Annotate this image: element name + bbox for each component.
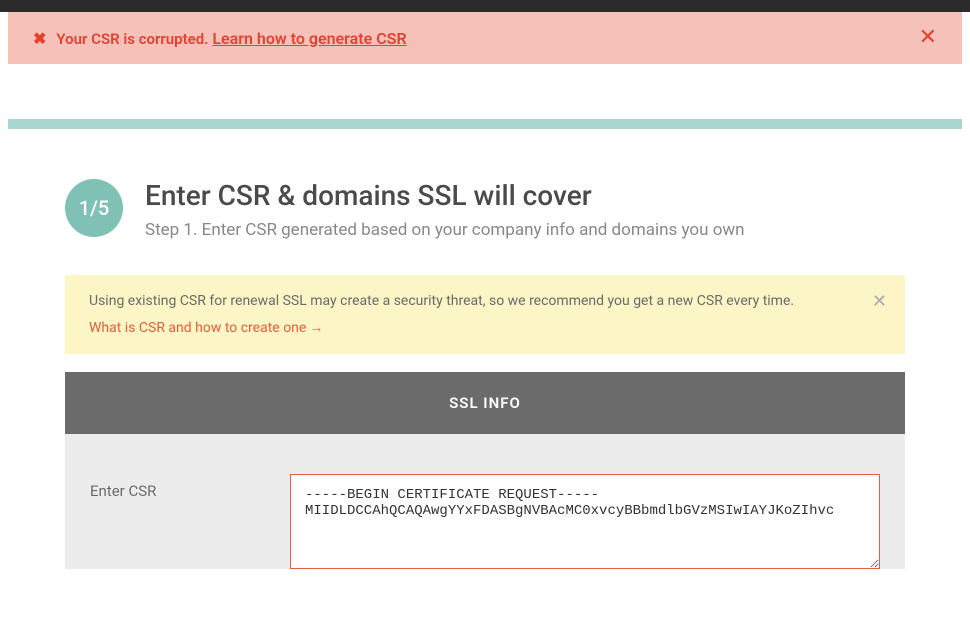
step-header: 1/5 Enter CSR & domains SSL will cover S… bbox=[65, 179, 905, 240]
csr-label: Enter CSR bbox=[90, 474, 250, 500]
warning-link[interactable]: What is CSR and how to create one bbox=[89, 320, 306, 336]
page-subtitle: Step 1. Enter CSR generated based on you… bbox=[145, 220, 745, 240]
error-message: Your CSR is corrupted. bbox=[56, 30, 208, 48]
ssl-info-panel: SSL INFO Enter CSR bbox=[65, 372, 905, 569]
top-dark-bar bbox=[0, 0, 970, 12]
ssl-panel-header: SSL INFO bbox=[65, 372, 905, 434]
error-banner-content: ✖ Your CSR is corrupted. Learn how to ge… bbox=[33, 29, 407, 48]
arrow-right-icon: → bbox=[309, 320, 323, 336]
progress-teal-bar bbox=[8, 119, 962, 129]
ssl-panel-body: Enter CSR bbox=[65, 434, 905, 569]
error-message-wrapper: Your CSR is corrupted. Learn how to gene… bbox=[56, 29, 406, 48]
step-indicator-circle: 1/5 bbox=[65, 179, 123, 237]
error-learn-link[interactable]: Learn how to generate CSR bbox=[212, 29, 406, 48]
close-icon[interactable]: ✕ bbox=[872, 293, 887, 311]
close-icon[interactable]: ✕ bbox=[919, 27, 937, 49]
warning-link-wrapper: What is CSR and how to create one→ bbox=[89, 317, 881, 336]
error-banner: ✖ Your CSR is corrupted. Learn how to ge… bbox=[8, 12, 962, 64]
error-x-icon: ✖ bbox=[33, 29, 46, 48]
page-title: Enter CSR & domains SSL will cover bbox=[145, 179, 745, 212]
warning-box: Using existing CSR for renewal SSL may c… bbox=[65, 275, 905, 354]
csr-input[interactable] bbox=[290, 474, 880, 569]
warning-text: Using existing CSR for renewal SSL may c… bbox=[89, 293, 881, 309]
spacer bbox=[0, 64, 970, 119]
content-area: 1/5 Enter CSR & domains SSL will cover S… bbox=[0, 129, 970, 569]
step-text: Enter CSR & domains SSL will cover Step … bbox=[145, 179, 745, 240]
